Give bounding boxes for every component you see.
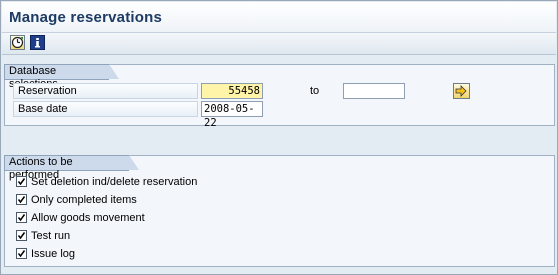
checkmark-icon (17, 250, 26, 258)
page-title: Manage reservations (9, 9, 163, 26)
application-toolbar (2, 33, 556, 55)
checkbox-label: Set deletion ind/delete reservation (31, 176, 198, 188)
group-title: Actions to be performed (4, 155, 139, 181)
checkbox[interactable] (16, 194, 27, 205)
reservation-to-input[interactable] (343, 83, 405, 99)
group-title: Database selections (4, 64, 119, 90)
reservation-from-input[interactable]: 55458 (201, 83, 263, 99)
checkbox-label: Test run (31, 230, 71, 242)
actions-group: Actions to be performed Set deletion ind… (4, 155, 555, 267)
checkmark-icon (17, 196, 26, 204)
base-date-input[interactable]: 2008-05-22 (201, 101, 263, 129)
multiple-selection-button[interactable] (453, 83, 470, 99)
execute-clock-icon (11, 36, 24, 49)
execute-button[interactable] (10, 35, 25, 50)
to-label: to (310, 85, 320, 97)
checkbox[interactable] (16, 230, 27, 241)
reservation-label: Reservation (13, 83, 198, 99)
information-button[interactable] (30, 35, 45, 50)
checkmark-icon (17, 214, 26, 222)
checkbox[interactable] (16, 176, 27, 187)
arrow-right-icon (455, 85, 467, 97)
base-date-label: Base date (13, 101, 198, 117)
checkmark-icon (17, 232, 26, 240)
database-selections-group: Database selections Reservation 55458 to… (4, 64, 555, 129)
info-icon (35, 38, 40, 48)
checkbox-label: Allow goods movement (31, 212, 145, 224)
checkmark-icon (17, 178, 26, 186)
checkbox-label: Issue log (31, 248, 76, 260)
checkbox[interactable] (16, 248, 27, 259)
checkbox-label: Only completed items (31, 194, 137, 206)
title-bar: Manage reservations (2, 2, 556, 33)
window: Manage reservations Database selections … (0, 0, 558, 275)
checkbox[interactable] (16, 212, 27, 223)
